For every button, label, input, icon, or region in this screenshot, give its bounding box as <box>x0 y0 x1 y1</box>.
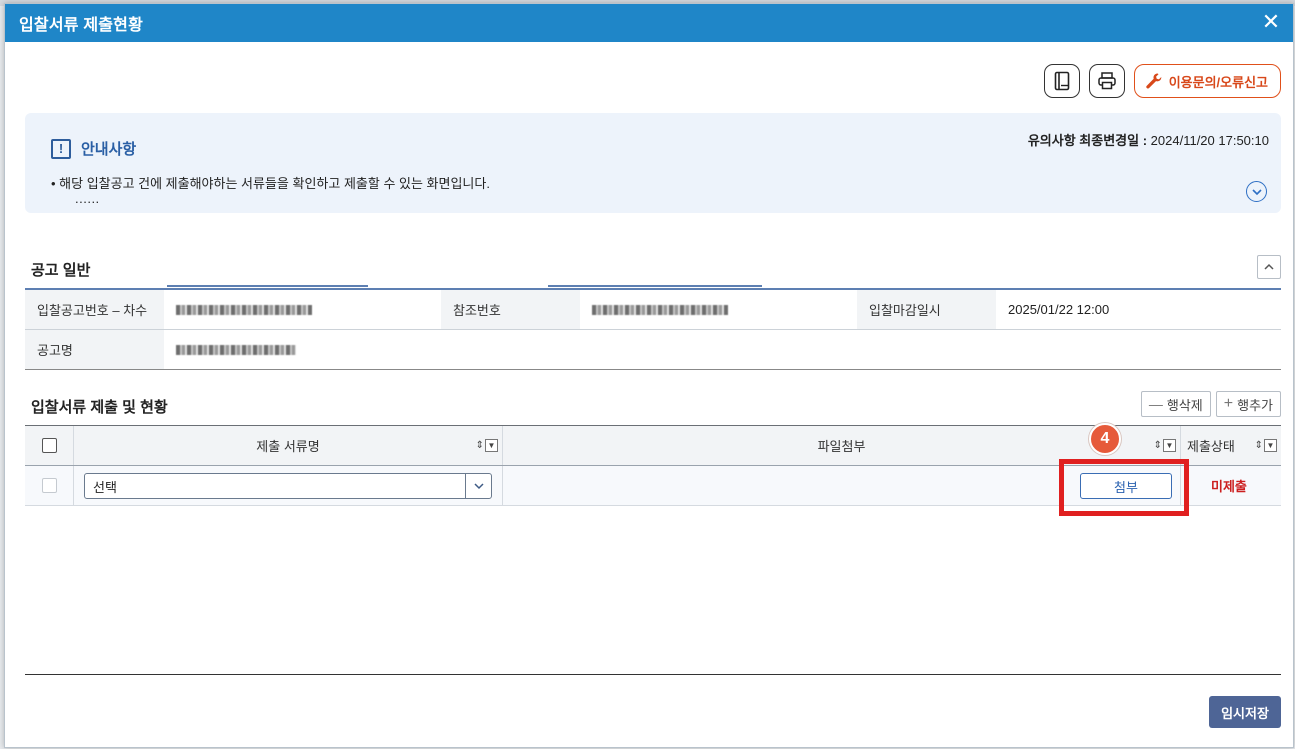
exclamation-icon: ! <box>51 138 71 159</box>
select-all-checkbox[interactable] <box>41 438 57 453</box>
status-badge: 미제출 <box>1211 479 1247 494</box>
info-row: 공고명 <box>25 330 1281 370</box>
sort-icon: ⇕ <box>1153 440 1162 451</box>
notice-updated-label: 유의사항 최종변경일 : <box>1027 133 1148 148</box>
dialog-titlebar: 입찰서류 제출현황 ✕ <box>5 4 1293 42</box>
notice-name-value <box>164 330 1281 369</box>
filter-dropdown-icon[interactable]: ▼ <box>485 439 498 452</box>
reference-number-label: 참조번호 <box>441 290 580 329</box>
bid-number-label: 입찰공고번호 – 차수 <box>25 290 164 329</box>
docs-section-title: 입찰서류 제출 및 현황 <box>31 399 168 416</box>
redacted-text <box>176 304 312 315</box>
info-row: 입찰공고번호 – 차수 참조번호 입찰마감일시 2025/01/22 12:00 <box>25 290 1281 330</box>
temp-save-button[interactable]: 임시저장 <box>1209 696 1281 728</box>
wrench-icon <box>1146 73 1162 89</box>
doc-name-column-header: 제출 서류명 <box>256 439 320 454</box>
bid-number-value <box>164 290 441 329</box>
report-error-button[interactable]: 이용문의/오류신고 <box>1133 64 1281 98</box>
tab-accent-line <box>167 285 368 287</box>
manual-button[interactable] <box>1043 64 1080 98</box>
bid-documents-dialog: 입찰서류 제출현황 ✕ 이용문의/오류신고 ! 안내사항 유의사항 최종변경일 … <box>4 3 1294 748</box>
tab-accent-line <box>548 285 762 287</box>
header-check-cell <box>25 426 74 465</box>
notice-updated: 유의사항 최종변경일 : 2024/11/20 17:50:10 <box>1028 130 1269 149</box>
chevron-down-icon <box>1251 188 1262 195</box>
row-actions: — 행삭제 + 행추가 <box>1140 391 1281 417</box>
collapse-general-button[interactable] <box>1257 255 1281 279</box>
table-row: 선택 첨부 미제출 <box>25 466 1281 506</box>
notice-text: • 해당 입찰공고 건에 제출해야하는 서류들을 확인하고 제출할 수 있는 화… <box>51 176 490 191</box>
plus-icon: + <box>1223 395 1234 412</box>
add-row-button[interactable]: + 행추가 <box>1215 391 1281 417</box>
notice-name-label: 공고명 <box>25 330 164 369</box>
filter-dropdown-icon[interactable]: ▼ <box>1264 439 1277 452</box>
doc-type-select[interactable]: 선택 <box>84 473 492 499</box>
notice-panel: ! 안내사항 유의사항 최종변경일 : 2024/11/20 17:50:10 … <box>25 113 1281 213</box>
reference-number-value <box>580 290 857 329</box>
file-sort[interactable]: ⇕ ▼ <box>1154 439 1176 452</box>
step-badge: 4 <box>1089 423 1121 455</box>
doc-type-selected: 선택 <box>93 479 117 495</box>
doc-name-cell: 선택 <box>74 466 503 505</box>
notice-heading: ! 안내사항 <box>51 138 136 159</box>
printer-icon <box>1097 72 1116 90</box>
toolbar: 이용문의/오류신고 <box>1043 64 1281 98</box>
print-button[interactable] <box>1088 64 1125 98</box>
attach-button[interactable]: 첨부 <box>1080 473 1172 499</box>
general-info-table: 입찰공고번호 – 차수 참조번호 입찰마감일시 2025/01/22 12:00… <box>25 288 1281 370</box>
header-doc-name: 제출 서류명 ⇕ ▼ <box>74 426 503 465</box>
header-status: 제출상태 ⇕ ▼ <box>1181 426 1281 465</box>
sort-icon: ⇕ <box>475 440 484 451</box>
redacted-text <box>592 304 728 315</box>
close-icon[interactable]: ✕ <box>1259 11 1283 35</box>
notice-ellipsis: ...... <box>75 191 100 206</box>
status-column-header: 제출상태 <box>1187 439 1235 454</box>
delete-row-label: 행삭제 <box>1166 397 1203 413</box>
add-row-label: 행추가 <box>1237 397 1273 413</box>
expand-notice-button[interactable] <box>1246 181 1267 202</box>
notice-heading-label: 안내사항 <box>81 141 137 158</box>
header-file: 파일첨부 ⇕ ▼ <box>503 426 1181 465</box>
file-column-header: 파일첨부 <box>817 439 866 454</box>
row-check-cell <box>25 466 74 505</box>
report-error-label: 이용문의/오류신고 <box>1168 74 1268 90</box>
deadline-value: 2025/01/22 12:00 <box>1008 302 1110 317</box>
minus-icon: — <box>1148 396 1163 412</box>
bottom-divider <box>25 674 1281 675</box>
notice-updated-value: 2024/11/20 17:50:10 <box>1150 133 1269 148</box>
dialog-title: 입찰서류 제출현황 <box>19 17 144 34</box>
file-cell: 첨부 <box>503 466 1181 505</box>
chevron-up-icon <box>1264 263 1274 270</box>
status-cell: 미제출 <box>1181 466 1281 505</box>
delete-row-button[interactable]: — 행삭제 <box>1140 391 1211 417</box>
status-sort[interactable]: ⇕ ▼ <box>1255 439 1277 452</box>
redacted-text <box>176 344 296 355</box>
doc-name-sort[interactable]: ⇕ ▼ <box>476 439 498 452</box>
book-icon <box>1054 71 1070 91</box>
general-section-title: 공고 일반 <box>31 262 91 279</box>
deadline-label: 입찰마감일시 <box>857 290 996 329</box>
chevron-down-icon[interactable] <box>465 474 491 498</box>
filter-dropdown-icon[interactable]: ▼ <box>1163 439 1176 452</box>
row-checkbox[interactable] <box>41 478 57 493</box>
sort-icon: ⇕ <box>1254 440 1263 451</box>
